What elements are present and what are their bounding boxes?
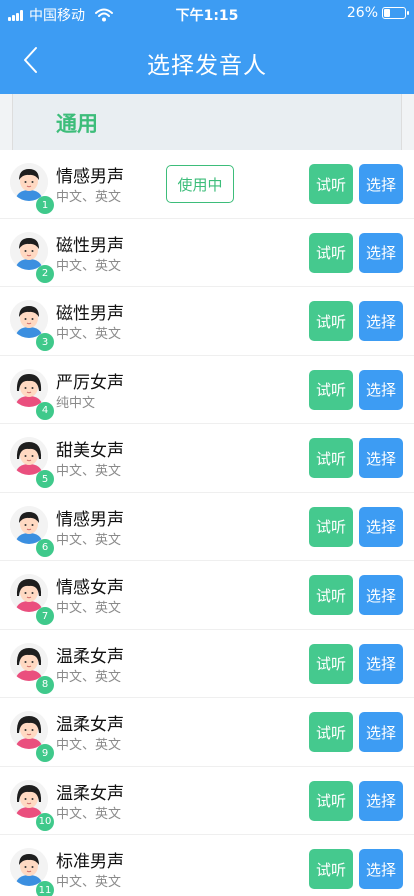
index-badge: 9 [36,744,54,762]
voice-row: 7 情感女声 中文、英文 试听 选择 [0,561,414,630]
voice-languages: 中文、英文 [56,190,122,205]
voice-row: 3 磁性男声 中文、英文 试听 选择 [0,287,414,356]
voice-row: 1 情感男声 中文、英文 使用中 试听 选择 [0,150,414,219]
listen-button[interactable]: 试听 [309,643,353,684]
index-badge: 3 [36,333,54,351]
female-avatar-icon [10,642,48,681]
voice-name: 情感男声 [56,509,124,530]
index-badge: 7 [36,607,54,625]
index-badge: 10 [36,812,54,831]
select-button[interactable]: 选择 [359,301,403,341]
select-button[interactable]: 选择 [359,438,403,478]
listen-button[interactable]: 试听 [309,301,353,341]
voice-name: 情感男声 [56,167,124,187]
in-use-badge: 使用中 [166,165,234,203]
index-badge: 11 [36,881,54,896]
battery-percent: 26% [346,5,378,21]
male-avatar-icon [10,505,48,544]
voice-languages: 中文、英文 [56,669,122,685]
avatar: 9 [10,711,54,762]
voice-name: 标准男声 [56,852,124,872]
status-bar: 中国移动 下午1:15 26% [0,0,414,28]
battery-icon [382,7,409,19]
voice-row: 8 温柔女声 中文、英文 试听 选择 [0,629,414,698]
voice-name: 磁性男声 [56,235,124,256]
avatar: 7 [10,574,54,625]
voice-row: 11 标准男声 中文、英文 试听 选择 [0,835,414,896]
female-avatar-icon [10,779,48,818]
voice-name: 温柔女声 [56,646,124,667]
female-avatar-icon [10,368,48,407]
voice-languages: 中文、英文 [56,738,122,753]
listen-button[interactable]: 试听 [309,506,353,547]
voice-row: 6 情感男声 中文、英文 试听 选择 [0,492,414,561]
avatar: 10 [10,779,54,831]
voice-languages: 中文、英文 [56,601,122,616]
voice-languages: 中文、英文 [56,806,122,822]
page-title: 选择发音人 [147,53,267,79]
voice-row: 9 温柔女声 中文、英文 试听 选择 [0,698,414,767]
voice-row: 10 温柔女声 中文、英文 试听 选择 [0,766,414,835]
listen-button[interactable]: 试听 [309,369,353,410]
select-button[interactable]: 选择 [359,575,403,615]
avatar: 5 [10,437,54,488]
select-button[interactable]: 选择 [359,164,403,204]
voice-languages: 中文、英文 [56,464,122,479]
voice-name: 磁性男声 [56,304,124,324]
avatar: 8 [10,642,54,694]
voice-row: 5 甜美女声 中文、英文 试听 选择 [0,424,414,493]
section-label: 通用 [56,112,98,136]
section-header: 通用 [0,94,414,150]
voice-name: 温柔女声 [56,783,124,804]
voice-name: 情感女声 [56,578,124,598]
listen-button[interactable]: 试听 [309,712,353,752]
select-button[interactable]: 选择 [359,643,403,684]
header: 中国移动 下午1:15 26% 选择发音人 [0,0,414,94]
voice-languages: 中文、英文 [56,258,122,274]
select-button[interactable]: 选择 [359,506,403,547]
avatar: 4 [10,368,54,420]
voice-languages: 纯中文 [56,395,96,411]
listen-button[interactable]: 试听 [309,438,353,478]
index-badge: 4 [36,401,54,420]
avatar: 3 [10,300,54,351]
voice-name: 温柔女声 [56,715,124,735]
select-button[interactable]: 选择 [359,369,403,410]
index-badge: 5 [36,470,54,488]
listen-button[interactable]: 试听 [309,575,353,615]
voice-row: 2 磁性男声 中文、英文 试听 选择 [0,218,414,287]
avatar: 6 [10,505,54,557]
status-right: 26% [346,5,409,21]
index-badge: 2 [36,264,54,283]
avatar: 11 [10,848,54,896]
index-badge: 1 [36,196,54,214]
listen-button[interactable]: 试听 [309,232,353,273]
select-button[interactable]: 选择 [359,712,403,752]
index-badge: 8 [36,675,54,694]
listen-button[interactable]: 试听 [309,780,353,821]
voice-row: 4 严厉女声 纯中文 试听 选择 [0,355,414,424]
listen-button[interactable]: 试听 [309,164,353,204]
nav-bar: 选择发音人 [0,28,414,94]
select-button[interactable]: 选择 [359,849,403,889]
voice-languages: 中文、英文 [56,532,122,548]
index-badge: 6 [36,538,54,557]
voice-name: 甜美女声 [56,441,124,461]
male-avatar-icon [10,231,48,270]
listen-button[interactable]: 试听 [309,849,353,889]
voice-languages: 中文、英文 [56,875,122,890]
select-button[interactable]: 选择 [359,232,403,273]
avatar: 2 [10,231,54,283]
avatar: 1 [10,163,54,214]
voice-name: 严厉女声 [56,372,124,393]
voice-languages: 中文、英文 [56,327,122,342]
select-button[interactable]: 选择 [359,780,403,821]
